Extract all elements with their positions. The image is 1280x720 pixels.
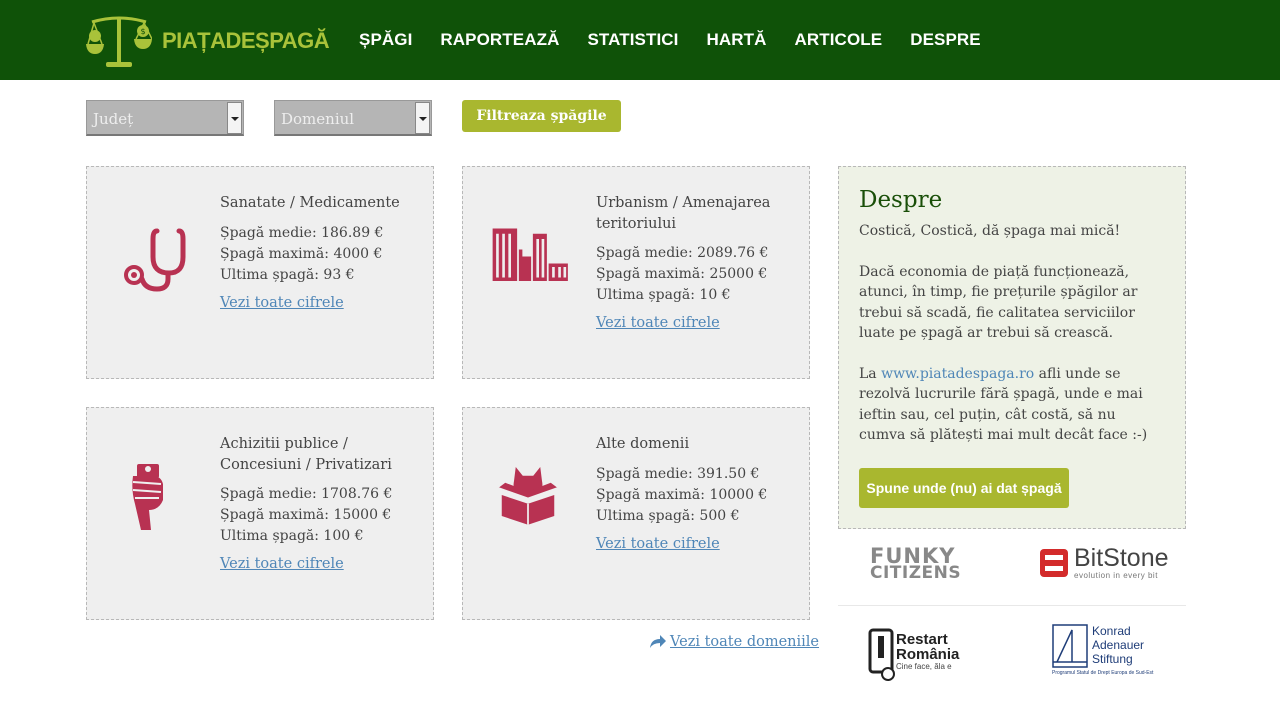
nav-statistici[interactable]: STATISTICI [573, 30, 692, 50]
report-bribe-button[interactable]: Spune unde (nu) ai dat șpagă [859, 468, 1069, 508]
avg-bribe: Șpagă medie: 391.50 € [596, 466, 760, 482]
funky-citizens-logo[interactable]: FUNKY CITIZENS [870, 546, 962, 583]
domain-card-sanatate: Sanatate / Medicamente Șpagă medie: 186.… [86, 166, 434, 379]
domeniul-select[interactable]: Domeniul [274, 100, 432, 136]
buildings-icon [492, 228, 568, 281]
nav-articole[interactable]: ARTICOLE [781, 30, 897, 50]
restart-romania-logo[interactable]: Restart România Cine face, ăla e [868, 628, 959, 682]
last-bribe: Ultima șpagă: 93 € [220, 267, 355, 283]
avg-bribe: Șpagă medie: 1708.76 € [220, 486, 393, 502]
bitstone-logo[interactable]: BitStone evolution in every bit [1040, 546, 1169, 580]
last-bribe: Ultima șpagă: 500 € [596, 508, 740, 524]
see-all-figures-link[interactable]: Vezi toate cifrele [596, 315, 720, 331]
nav-harta[interactable]: HARTĂ [693, 30, 781, 50]
logo-text: Konrad [1092, 624, 1131, 638]
about-title: Despre [859, 187, 943, 213]
top-navbar: $ PIAȚADEȘPAGĂ ȘPĂGI RAPORTEAZĂ STATISTI… [0, 0, 1280, 80]
logo-tagline: evolution in every bit [1074, 571, 1158, 580]
avg-bribe: Șpagă medie: 186.89 € [220, 225, 384, 241]
scales-logo-icon: $ [86, 16, 152, 67]
logo-text: România [896, 646, 960, 663]
domeniul-select-value: Domeniul [281, 110, 355, 128]
domain-card-urbanism: Urbanism / Amenajarea teritoriului Șpagă… [462, 166, 810, 379]
site-url-link[interactable]: www.piatadespaga.ro [881, 366, 1034, 382]
logo-text: CITIZENS [870, 563, 962, 583]
chevron-down-icon[interactable] [227, 102, 242, 134]
max-bribe: Șpagă maximă: 15000 € [220, 507, 392, 523]
filter-button[interactable]: Filtreaza șpăgile [462, 100, 621, 132]
logo-text: Restart [896, 631, 948, 648]
sponsor-divider [838, 605, 1186, 606]
max-bribe: Șpagă maximă: 25000 € [596, 266, 768, 282]
last-bribe: Ultima șpagă: 10 € [596, 287, 731, 303]
chevron-down-icon[interactable] [415, 102, 430, 134]
nav-despre[interactable]: DESPRE [896, 30, 995, 50]
about-text: La [859, 365, 882, 382]
max-bribe: Șpagă maximă: 4000 € [220, 246, 383, 262]
cat-in-box-icon [497, 467, 559, 525]
stethoscope-icon [124, 228, 186, 292]
max-bribe: Șpagă maximă: 10000 € [596, 487, 768, 503]
card-title: Sanatate / Medicamente [220, 195, 400, 211]
all-domains-link[interactable]: Vezi toate domeniile [650, 634, 819, 650]
logo-text: Stiftung [1092, 652, 1133, 666]
card-stats: Șpagă medie: 186.89 € Șpagă maximă: 4000… [220, 223, 383, 286]
nav-raporteaza[interactable]: RAPORTEAZĂ [426, 30, 573, 50]
logo-tagline: Cine face, ăla e [896, 662, 952, 671]
share-arrow-icon [650, 635, 666, 648]
logo-text: BitStone [1074, 544, 1169, 572]
avg-bribe: Șpagă medie: 2089.76 € [596, 245, 769, 261]
restart-mark-icon [868, 628, 895, 681]
about-paragraph: Dacă economia de piață funcționează, atu… [859, 263, 1138, 342]
card-stats: Șpagă medie: 2089.76 € Șpagă maximă: 250… [596, 243, 768, 306]
judet-select-value: Județ [93, 110, 134, 128]
card-title: Alte domenii [596, 436, 690, 452]
card-title: Urbanism / Amenajarea teritoriului [596, 195, 771, 232]
nav-spagi[interactable]: ȘPĂGI [345, 30, 426, 50]
see-all-figures-link[interactable]: Vezi toate cifrele [220, 295, 344, 311]
see-all-figures-link[interactable]: Vezi toate cifrele [220, 556, 344, 572]
judet-select[interactable]: Județ [86, 100, 244, 136]
about-slogan: Costică, Costică, dă șpaga mai mică! [859, 223, 1121, 239]
logo-text: Adenauer [1092, 638, 1145, 652]
logo-tagline: Programul Statul de Drept Europa de Sud-… [1052, 670, 1154, 676]
main-nav: ȘPĂGI RAPORTEAZĂ STATISTICI HARTĂ ARTICO… [345, 0, 995, 80]
domain-card-achizitii: Achizitii publice / Concesiuni / Privati… [86, 407, 434, 620]
see-all-figures-link[interactable]: Vezi toate cifrele [596, 536, 720, 552]
card-stats: Șpagă medie: 391.50 € Șpagă maximă: 1000… [596, 464, 767, 527]
logo-text: PIAȚADEȘPAGĂ [162, 28, 330, 53]
bitstone-mark-icon [1040, 549, 1068, 577]
all-domains-text: Vezi toate domeniile [670, 634, 820, 650]
about-paragraph-url: La www.piatadespaga.ro afli unde se rezo… [859, 364, 1165, 446]
card-stats: Șpagă medie: 1708.76 € Șpagă maximă: 150… [220, 484, 392, 547]
card-title: Achizitii publice / Concesiuni / Privati… [220, 436, 392, 473]
last-bribe: Ultima șpagă: 100 € [220, 528, 364, 544]
konrad-adenauer-logo[interactable]: Konrad Adenauer Stiftung Programul Statu… [1052, 624, 1153, 676]
kas-mark-icon [1052, 624, 1088, 668]
site-logo[interactable]: $ PIAȚADEȘPAGĂ [86, 12, 330, 70]
hand-money-icon [132, 464, 163, 530]
about-panel: Despre Costică, Costică, dă șpaga mai mi… [838, 166, 1186, 529]
domain-card-alte: Alte domenii Șpagă medie: 391.50 € Șpagă… [462, 407, 810, 620]
svg-text:$: $ [140, 27, 145, 36]
